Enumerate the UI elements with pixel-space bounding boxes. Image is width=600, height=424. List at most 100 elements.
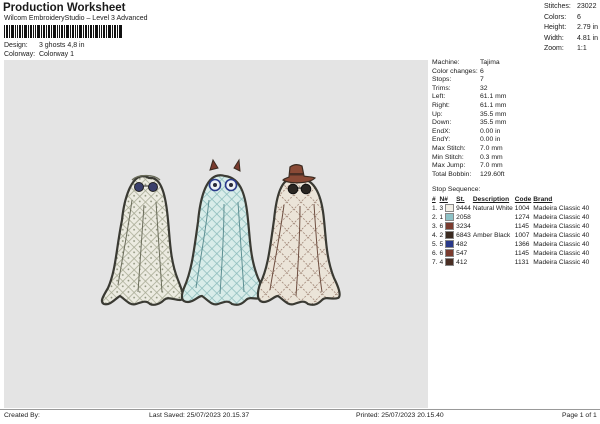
color-swatch (445, 240, 456, 249)
thread-description (473, 258, 515, 267)
thread-brand: Madeira Classic 40 (533, 214, 590, 221)
thread-color-swatch (445, 213, 455, 221)
thread-code: 1007 (514, 232, 530, 239)
thread-brand: Madeira Classic 40 (533, 205, 590, 212)
thread-description (473, 240, 515, 249)
row-number: 3. (432, 223, 438, 230)
created-by: Created By: (4, 412, 40, 419)
info-row: Max Stitch: 7.0 mm (432, 144, 503, 152)
machine-info: Machine: Tajima Color changes: 6 Stops: 7 T… (432, 59, 506, 179)
table-row: 3. 6 3234 1145 Madeira Classic 40 (432, 222, 591, 231)
col-brand: Brand (533, 196, 553, 203)
thread-code: 1004 (514, 205, 530, 212)
thread-color-swatch (445, 258, 455, 266)
thread-code: 1145 (514, 223, 529, 230)
color-swatch (445, 204, 456, 213)
thread-description: Natural White (472, 205, 513, 212)
col-code: Code (514, 196, 532, 203)
info-row: Up: 35.5 mm (432, 110, 507, 118)
info-row: Color changes: 6 (432, 67, 484, 75)
table-header-row: # N# St. Description Code Brand (432, 195, 591, 204)
stat-height: Height: 2.79 in (544, 24, 599, 31)
design-stats: Stitches: 23022 Colors: 6 Height: 2.79 in W… (544, 2, 598, 55)
thread-code: 1145 (514, 250, 529, 257)
info-row: Max Jump: 7.0 mm (432, 162, 503, 170)
stitch-count: 3234 (456, 223, 471, 230)
thread-description (473, 222, 515, 231)
color-swatch (445, 222, 456, 231)
stitch-count: 482 (456, 241, 468, 248)
thread-color-swatch (445, 231, 455, 239)
colorway-label: Colorway: (4, 51, 36, 58)
stop-sequence-table: # N# St. Description Code Brand 1. 3 9444 N… (432, 195, 591, 267)
table-row: 1. 3 9444 Natural White 1004 Madeira Classic … (432, 204, 591, 213)
stat-width: Width: 4.81 in (544, 34, 599, 42)
design-preview (4, 60, 428, 408)
colorway-value: Colorway 1 (38, 51, 74, 58)
thread-code: 1366 (514, 241, 530, 248)
row-number: 6. (432, 250, 438, 257)
thread-code: 1131 (514, 259, 529, 266)
col-stitches: St. (456, 196, 465, 203)
info-row: Down: 35.5 mm (432, 119, 507, 127)
col-number: # (432, 196, 436, 203)
info-row: Left: 61.1 mm (432, 93, 507, 101)
design-label: Design: (4, 42, 28, 49)
design-row: Design: 3 ghosts 4,8 in (4, 42, 84, 49)
table-row: 2. 1 2058 1274 Madeira Classic 40 (432, 213, 591, 222)
footer-divider (0, 409, 600, 410)
info-row: Trims: 32 (432, 84, 488, 92)
ghosts-embroidery-image (100, 158, 341, 306)
thread-brand: Madeira Classic 40 (533, 223, 590, 230)
info-row: Stops: 7 (432, 76, 484, 84)
stitch-count: 9444 (456, 205, 471, 212)
thread-color-swatch (445, 222, 455, 230)
col-description: Description (472, 196, 510, 203)
col-needle: N# (439, 196, 448, 203)
row-number: 7. (432, 259, 438, 266)
info-row: EndY: 0.00 in (432, 136, 501, 144)
thread-description (473, 213, 515, 222)
thread-description: Amber Black (472, 232, 511, 239)
stat-stitches: Stitches: 23022 (544, 3, 597, 10)
row-number: 5. (432, 241, 438, 248)
color-swatch (445, 231, 456, 240)
thread-color-swatch (445, 204, 455, 212)
info-row: Total Bobbin: 129.60ft (432, 170, 505, 178)
page-title: Production Worksheet (3, 2, 126, 14)
color-swatch (445, 249, 456, 258)
row-number: 2. (432, 214, 438, 221)
printed-date: Printed: 25/07/2023 20.15.40 (356, 412, 444, 419)
info-row: Machine: Tajima (432, 59, 500, 66)
table-row: 4. 2 6843 Amber Black 1007 Madeira Classic 40 (432, 231, 591, 240)
table-row: 6. 6 547 1145 Madeira Classic 40 (432, 249, 591, 258)
page-number: Page 1 of 1 (562, 412, 597, 419)
thread-color-swatch (445, 240, 455, 248)
thread-brand: Madeira Classic 40 (533, 259, 590, 266)
thread-color-swatch (445, 249, 455, 257)
stitch-count: 2058 (456, 214, 471, 221)
table-row: 7. 4 412 1131 Madeira Classic 40 (432, 258, 591, 267)
design-value: 3 ghosts 4,8 in (38, 42, 85, 49)
software-subtitle: Wilcom EmbroideryStudio – Level 3 Advanc… (4, 15, 148, 22)
ghost-middle (180, 158, 265, 306)
stitch-count: 547 (456, 250, 468, 257)
ghost-left (100, 174, 185, 306)
stitch-count: 6843 (456, 232, 471, 239)
ghost-right (256, 164, 341, 306)
info-row: Right: 61.1 mm (432, 101, 507, 109)
barcode-image (4, 25, 122, 38)
colorway-row: Colorway: Colorway 1 (4, 51, 74, 58)
stop-sequence-heading: Stop Sequence: (432, 186, 481, 193)
thread-description (473, 249, 515, 258)
thread-code: 1274 (514, 214, 530, 221)
thread-brand: Madeira Classic 40 (533, 241, 590, 248)
row-number: 4. (432, 232, 438, 239)
info-row: Min Stitch: 0.3 mm (432, 153, 503, 161)
stat-zoom: Zoom: 1:1 (544, 45, 587, 52)
table-row: 5. 5 482 1366 Madeira Classic 40 (432, 240, 591, 249)
last-saved: Last Saved: 25/07/2023 20.15.37 (149, 412, 250, 419)
thread-brand: Madeira Classic 40 (533, 250, 590, 257)
color-swatch (445, 258, 456, 267)
info-row: EndX: 0.00 in (432, 127, 501, 135)
